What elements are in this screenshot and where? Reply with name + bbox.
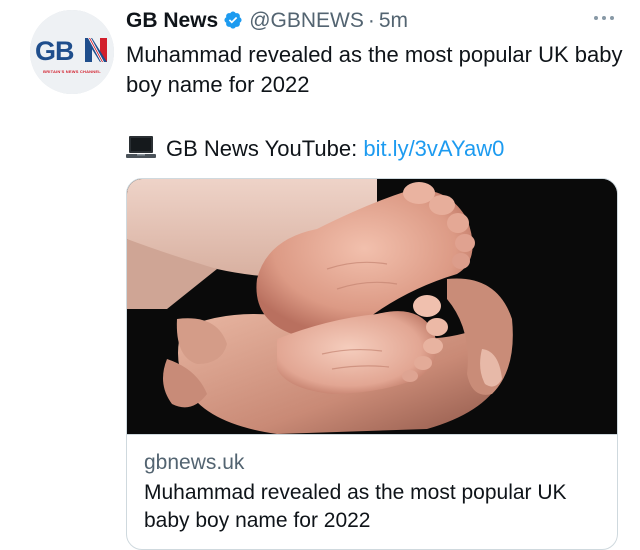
youtube-label: GB News YouTube: bbox=[166, 136, 358, 161]
more-options-icon[interactable] bbox=[590, 10, 618, 26]
card-image[interactable] bbox=[127, 179, 617, 434]
card-title: Muhammad revealed as the most popular UK… bbox=[144, 481, 567, 532]
gb-news-logo: GB BRITAIN'S NEWS CHANNEL bbox=[30, 10, 114, 94]
tweet-text: Muhammad revealed as the most popular UK… bbox=[126, 42, 623, 97]
card-domain: gbnews.uk bbox=[144, 451, 245, 474]
tweet-timestamp[interactable]: 5m bbox=[379, 9, 408, 32]
tweet-header: GB News @GBNEWS · 5m bbox=[126, 6, 408, 36]
author-handle[interactable]: @GBNEWS bbox=[249, 9, 364, 32]
svg-text:GB: GB bbox=[35, 36, 74, 66]
laptop-icon bbox=[126, 136, 156, 158]
tweet[interactable]: GB BRITAIN'S NEWS CHANNEL GB News @GBNEW… bbox=[0, 0, 640, 550]
separator-dot: · bbox=[367, 9, 375, 32]
baby-feet-photo bbox=[127, 179, 617, 434]
link-preview-card[interactable]: gbnews.uk Muhammad revealed as the most … bbox=[126, 178, 618, 550]
youtube-link[interactable]: bit.ly/3vAYaw0 bbox=[363, 136, 504, 161]
verified-badge-icon bbox=[224, 11, 242, 29]
svg-text:BRITAIN'S NEWS CHANNEL: BRITAIN'S NEWS CHANNEL bbox=[43, 69, 101, 74]
avatar[interactable]: GB BRITAIN'S NEWS CHANNEL bbox=[30, 10, 114, 94]
youtube-line: GB News YouTube: bit.ly/3vAYaw0 bbox=[126, 134, 504, 164]
author-name[interactable]: GB News bbox=[126, 9, 218, 32]
card-info: gbnews.uk Muhammad revealed as the most … bbox=[127, 434, 617, 549]
